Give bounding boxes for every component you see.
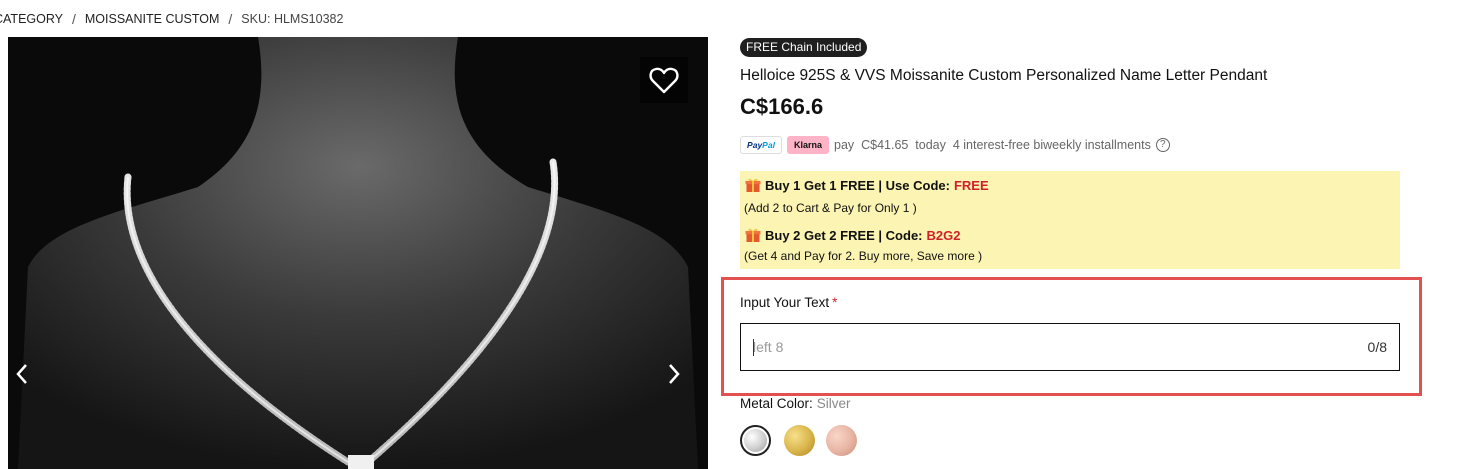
product-title: Helloice 925S & VVS Moissanite Custom Pe…: [740, 67, 1268, 84]
metal-color-selected: Silver: [816, 396, 851, 411]
custom-text-input[interactable]: [753, 324, 1333, 370]
paypal-logo: Pay Pal: [740, 136, 782, 154]
gallery-next-button[interactable]: [662, 359, 686, 389]
promo-banner: Buy 1 Get 1 FREE | Use Code: FREE (Add 2…: [740, 171, 1400, 269]
free-chain-badge: FREE Chain Included: [740, 38, 868, 57]
gift-icon: [745, 228, 761, 242]
breadcrumb: CATEGORY / MOISSANITE CUSTOM / SKU: HLMS…: [0, 11, 343, 27]
product-image-gallery[interactable]: [8, 37, 708, 469]
promo-code-free: FREE: [953, 177, 989, 193]
promo-offer-1: Buy 1 Get 1 FREE | Use Code: FREE: [745, 177, 989, 193]
promo-offer-2-headline: Buy 2 Get 2 FREE | Code:: [765, 227, 923, 243]
klarna-logo: Klarna: [787, 136, 829, 154]
gift-icon: [745, 178, 761, 192]
breadcrumb-separator: /: [228, 11, 233, 27]
character-counter: 0/8: [1367, 339, 1387, 355]
swatch-rose-gold[interactable]: [826, 425, 857, 456]
question-circle-icon[interactable]: ?: [1155, 138, 1170, 152]
custom-text-field[interactable]: 0/8: [740, 323, 1400, 371]
required-mark: *: [832, 295, 838, 310]
chevron-left-icon: [16, 364, 27, 384]
product-price: C$166.6: [740, 94, 824, 119]
sku-label: SKU: HLMS10382: [241, 12, 344, 26]
swatch-gold[interactable]: [784, 425, 815, 456]
product-image: [8, 37, 708, 469]
promo-offer-2: Buy 2 Get 2 FREE | Code: B2G2: [745, 227, 960, 243]
metal-color-label: Metal Color: Silver: [740, 396, 851, 411]
promo-offer-2-note: (Get 4 and Pay for 2. Buy more, Save mor…: [744, 249, 983, 263]
heart-outline-icon: [649, 67, 679, 94]
installment-payment-row: Pay Pal Klarna pay C$41.65 today 4 intere…: [740, 135, 1170, 155]
chevron-right-icon: [669, 364, 680, 384]
promo-offer-1-note: (Add 2 to Cart & Pay for Only 1 ): [744, 201, 917, 215]
promo-code-b2g2: B2G2: [926, 227, 961, 243]
breadcrumb-separator: /: [72, 11, 76, 27]
wishlist-button[interactable]: [640, 57, 688, 103]
text-cursor: [753, 339, 754, 356]
promo-offer-1-headline: Buy 1 Get 1 FREE | Use Code:: [765, 177, 950, 193]
swatch-silver[interactable]: [740, 425, 771, 456]
installment-text: pay C$41.65 today 4 interest-free biweek…: [834, 138, 1151, 152]
custom-text-label: Input Your Text *: [740, 295, 838, 310]
breadcrumb-item-category[interactable]: CATEGORY: [0, 12, 63, 26]
gallery-prev-button[interactable]: [10, 359, 34, 389]
breadcrumb-item-moissanite-custom[interactable]: MOISSANITE CUSTOM: [85, 12, 220, 26]
